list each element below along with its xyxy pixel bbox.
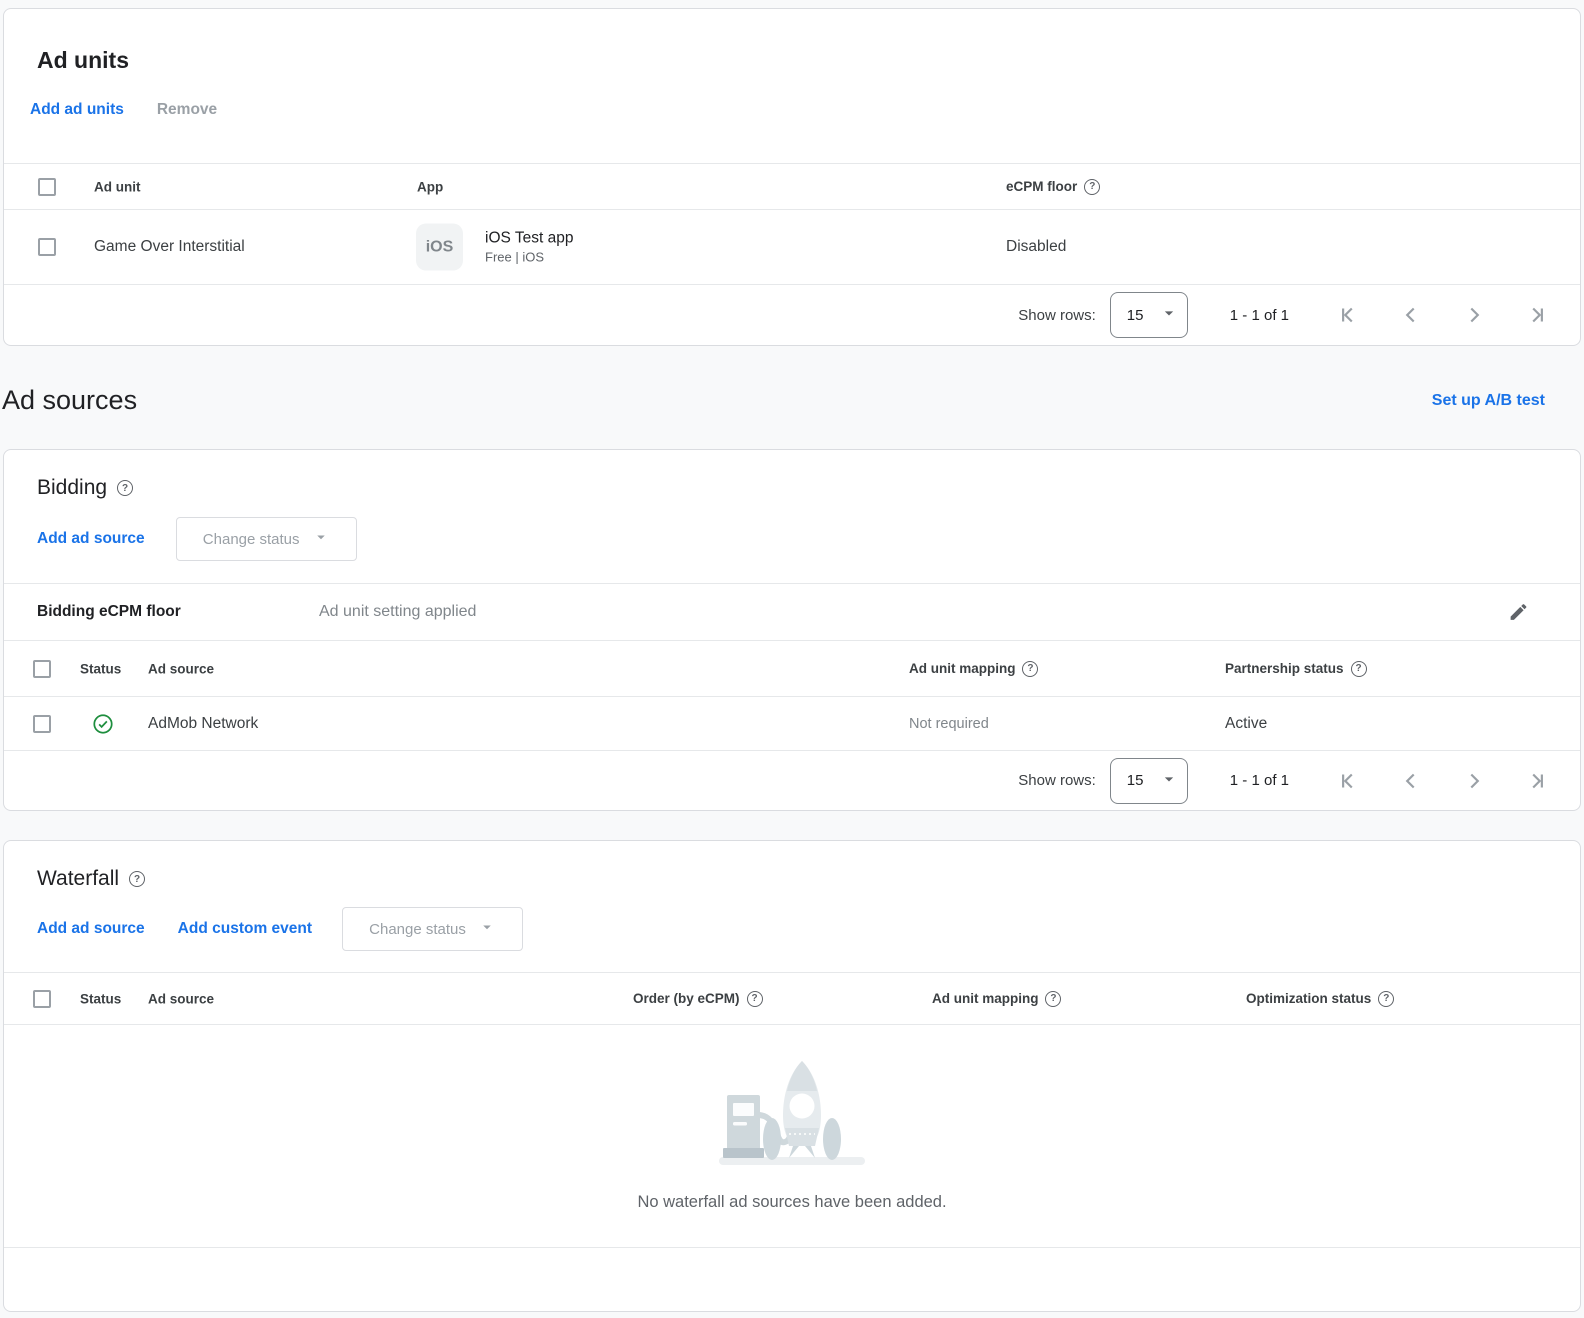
bidding-add-ad-source-button[interactable]: Add ad source — [37, 530, 145, 548]
waterfall-change-status-button[interactable]: Change status — [342, 907, 523, 951]
help-icon[interactable]: ? — [117, 480, 133, 496]
setup-ab-test-link[interactable]: Set up A/B test — [1432, 392, 1545, 410]
bidding-header: Bidding ? Add ad source Change status — [4, 450, 1580, 583]
select-all-checkbox[interactable] — [33, 660, 51, 678]
column-optimization-status: Optimization status ? — [1246, 991, 1394, 1007]
show-rows-label: Show rows: — [1018, 307, 1096, 324]
ad-units-toolbar: Add ad units Remove — [30, 101, 1580, 119]
chevron-down-icon — [478, 918, 496, 940]
bidding-panel: Bidding ? Add ad source Change status Bi… — [3, 449, 1581, 811]
waterfall-header: Waterfall ? Add ad source Add custom eve… — [4, 841, 1580, 972]
column-status: Status — [80, 991, 121, 1006]
edit-icon[interactable] — [1508, 602, 1529, 623]
ad-unit-mapping-value: Not required — [909, 716, 989, 732]
page-range: 1 - 1 of 1 — [1230, 772, 1289, 789]
add-custom-event-button[interactable]: Add custom event — [178, 920, 312, 938]
app-meta: Free | iOS — [485, 250, 573, 267]
column-app: App — [417, 179, 443, 194]
waterfall-panel: Waterfall ? Add ad source Add custom eve… — [3, 840, 1581, 1312]
last-page-icon[interactable] — [1524, 768, 1550, 794]
bidding-table-header: Status Ad source Ad unit mapping ? Partn… — [4, 640, 1580, 696]
column-ad-source: Ad source — [148, 661, 214, 676]
waterfall-add-ad-source-button[interactable]: Add ad source — [37, 920, 145, 938]
pagination-nav — [1335, 768, 1550, 794]
chevron-down-icon — [1159, 769, 1179, 793]
chevron-down-icon — [1159, 303, 1179, 327]
column-ad-unit: Ad unit — [94, 179, 141, 194]
bidding-source-row: AdMob Network Not required Active — [4, 696, 1580, 750]
ad-source-name: AdMob Network — [148, 715, 258, 733]
waterfall-title: Waterfall ? — [37, 867, 1580, 891]
ad-units-table-header: Ad unit App eCPM floor ? — [4, 163, 1580, 209]
bidding-change-status-button[interactable]: Change status — [176, 517, 357, 561]
ad-units-pagination-row: Show rows: 15 1 - 1 of 1 — [4, 284, 1580, 345]
ad-unit-row: Game Over Interstitial iOS iOS Test app … — [4, 209, 1580, 284]
show-rows-label: Show rows: — [1018, 772, 1096, 789]
waterfall-empty-state: No waterfall ad sources have been added. — [4, 1024, 1580, 1247]
rocket-fuel-illustration — [718, 1053, 866, 1172]
column-order-by-ecpm: Order (by eCPM) ? — [633, 991, 763, 1007]
ad-units-header: Ad units Add ad units Remove — [4, 9, 1580, 163]
prev-page-icon[interactable] — [1398, 768, 1424, 794]
ad-sources-section-header: Ad sources Set up A/B test — [0, 346, 1584, 449]
bidding-toolbar: Add ad source Change status — [37, 517, 1580, 561]
last-page-icon[interactable] — [1524, 302, 1550, 328]
bidding-ecpm-floor-value: Ad unit setting applied — [319, 603, 476, 621]
ad-units-title: Ad units — [37, 47, 1580, 74]
next-page-icon[interactable] — [1461, 768, 1487, 794]
chevron-down-icon — [312, 528, 330, 550]
remove-button[interactable]: Remove — [157, 101, 217, 119]
waterfall-empty-message: No waterfall ad sources have been added. — [637, 1193, 946, 1212]
column-status: Status — [80, 661, 121, 676]
partnership-status-value: Active — [1225, 715, 1267, 733]
prev-page-icon[interactable] — [1398, 302, 1424, 328]
column-ecpm-floor: eCPM floor ? — [1006, 179, 1100, 195]
bidding-pagination-row: Show rows: 15 1 - 1 of 1 — [4, 750, 1580, 810]
next-page-icon[interactable] — [1461, 302, 1487, 328]
help-icon[interactable]: ? — [1378, 991, 1394, 1007]
waterfall-toolbar: Add ad source Add custom event Change st… — [37, 907, 1580, 951]
help-icon[interactable]: ? — [1084, 179, 1100, 195]
bidding-ecpm-floor-label: Bidding eCPM floor — [37, 603, 181, 621]
help-icon[interactable]: ? — [1045, 991, 1061, 1007]
help-icon[interactable]: ? — [747, 991, 763, 1007]
column-ad-unit-mapping: Ad unit mapping ? — [909, 661, 1038, 677]
page-size-select[interactable]: 15 — [1110, 292, 1188, 338]
ad-units-panel: Ad units Add ad units Remove Ad unit App… — [3, 8, 1581, 346]
bidding-title: Bidding ? — [37, 476, 1580, 500]
column-ad-source: Ad source — [148, 991, 214, 1006]
ecpm-floor-value: Disabled — [1006, 238, 1066, 256]
first-page-icon[interactable] — [1335, 768, 1361, 794]
bidding-ecpm-floor-row: Bidding eCPM floor Ad unit setting appli… — [4, 583, 1580, 640]
select-all-checkbox[interactable] — [33, 990, 51, 1008]
row-checkbox[interactable] — [33, 715, 51, 733]
select-all-checkbox[interactable] — [38, 178, 56, 196]
ios-app-icon: iOS — [416, 224, 463, 271]
status-active-icon — [92, 713, 114, 735]
app-name: iOS Test app — [485, 227, 573, 249]
ad-unit-name: Game Over Interstitial — [94, 238, 245, 256]
waterfall-footer — [4, 1247, 1580, 1311]
help-icon[interactable]: ? — [1351, 661, 1367, 677]
page-range: 1 - 1 of 1 — [1230, 307, 1289, 324]
column-ad-unit-mapping: Ad unit mapping ? — [932, 991, 1061, 1007]
app-info: iOS Test app Free | iOS — [485, 227, 573, 266]
ad-sources-title: Ad sources — [2, 385, 137, 416]
help-icon[interactable]: ? — [129, 871, 145, 887]
first-page-icon[interactable] — [1335, 302, 1361, 328]
page-size-select[interactable]: 15 — [1110, 758, 1188, 804]
row-checkbox[interactable] — [38, 238, 56, 256]
help-icon[interactable]: ? — [1022, 661, 1038, 677]
waterfall-table-header: Status Ad source Order (by eCPM) ? Ad un… — [4, 972, 1580, 1024]
add-ad-units-button[interactable]: Add ad units — [30, 101, 124, 119]
column-partnership-status: Partnership status ? — [1225, 661, 1367, 677]
pagination-nav — [1335, 302, 1550, 328]
